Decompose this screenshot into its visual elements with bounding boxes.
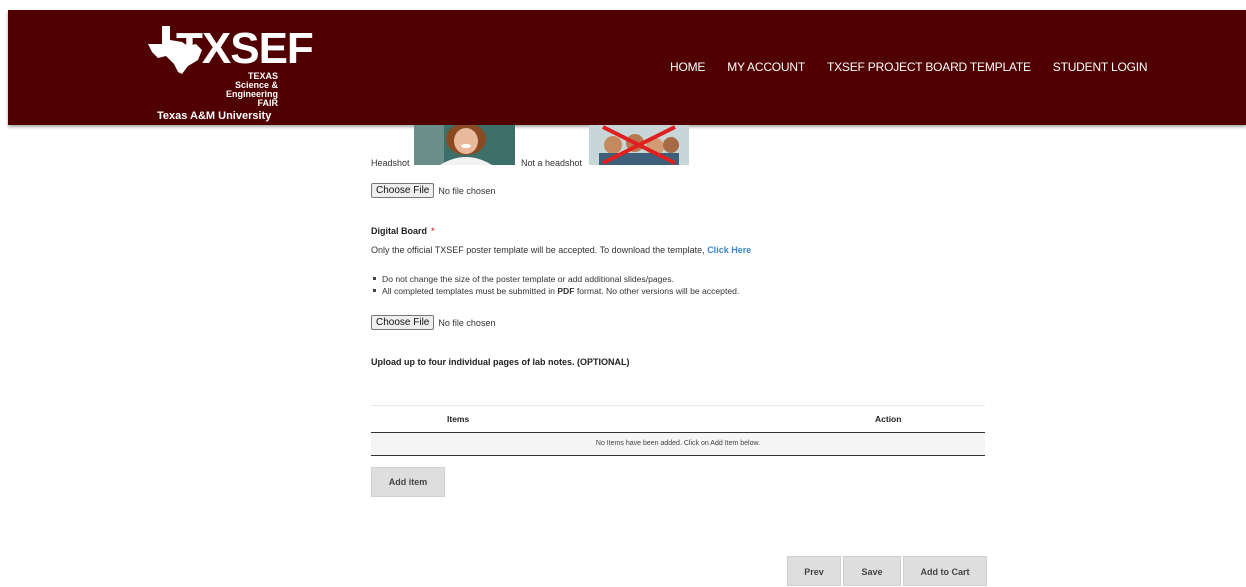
university-name: Texas A&M University xyxy=(157,110,272,122)
photo-examples: Headshot Not a headshot xyxy=(371,125,771,168)
logo-wordmark: TXSEF xyxy=(176,24,314,73)
add-to-cart-button[interactable]: Add to Cart xyxy=(903,556,987,586)
template-instructions: Only the official TXSEF poster template … xyxy=(371,245,751,255)
table-empty-row: No Items have been added. Click on Add I… xyxy=(371,433,985,456)
nav-home[interactable]: HOME xyxy=(670,60,705,74)
nav-project-board-template[interactable]: TXSEF PROJECT BOARD TEMPLATE xyxy=(827,60,1031,74)
rule-text-pre: All completed templates must be submitte… xyxy=(382,286,558,296)
template-intro-text: Only the official TXSEF poster template … xyxy=(371,245,708,255)
required-mark: * xyxy=(431,226,435,236)
template-rules-list: Do not change the size of the poster tem… xyxy=(371,273,739,297)
column-header-action: Action xyxy=(875,414,902,424)
headshot-example-image xyxy=(414,125,515,165)
digital-board-label-text: Digital Board xyxy=(371,226,428,236)
list-item: All completed templates must be submitte… xyxy=(371,285,739,297)
txsef-logo[interactable]: TXSEF TEXAS Science & Engineering FAIR T… xyxy=(148,24,314,122)
headshot-file-upload: Choose File No file chosen xyxy=(371,183,495,198)
save-button[interactable]: Save xyxy=(843,556,901,586)
choose-file-button[interactable]: Choose File xyxy=(371,315,435,330)
rule-text: Do not change the size of the poster tem… xyxy=(382,274,674,284)
digital-board-label: Digital Board * xyxy=(371,226,435,236)
logo-subtitle-line1: TEXAS Science & xyxy=(234,71,278,90)
logo-subtitle: TEXAS Science & Engineering FAIR xyxy=(222,72,278,108)
rule-text-bold: PDF xyxy=(557,286,575,296)
not-headshot-example-image xyxy=(589,125,689,165)
not-headshot-caption: Not a headshot xyxy=(521,158,583,168)
file-status: No file chosen xyxy=(438,185,496,196)
site-header: TXSEF TEXAS Science & Engineering FAIR T… xyxy=(8,10,1246,125)
rule-text-post: format. No other versions will be accept… xyxy=(574,286,740,296)
prev-button[interactable]: Prev xyxy=(787,556,841,586)
template-download-link[interactable]: Click Here xyxy=(707,245,751,255)
add-item-button[interactable]: Add item xyxy=(371,467,445,497)
main-nav: HOME MY ACCOUNT TXSEF PROJECT BOARD TEMP… xyxy=(670,60,1169,74)
list-item: Do not change the size of the poster tem… xyxy=(371,273,739,285)
headshot-caption: Headshot xyxy=(371,158,410,168)
file-status: No file chosen xyxy=(438,317,496,328)
digital-board-file-upload: Choose File No file chosen xyxy=(371,315,495,330)
nav-student-login[interactable]: STUDENT LOGIN xyxy=(1053,60,1148,74)
table-header: Items Action xyxy=(371,405,985,433)
choose-file-button[interactable]: Choose File xyxy=(371,183,435,198)
logo-subtitle-line2: Engineering FAIR xyxy=(225,89,278,108)
nav-my-account[interactable]: MY ACCOUNT xyxy=(727,60,805,74)
items-table: Items Action No Items have been added. C… xyxy=(371,405,985,456)
lab-notes-label: Upload up to four individual pages of la… xyxy=(371,357,630,367)
column-header-items: Items xyxy=(447,414,470,424)
